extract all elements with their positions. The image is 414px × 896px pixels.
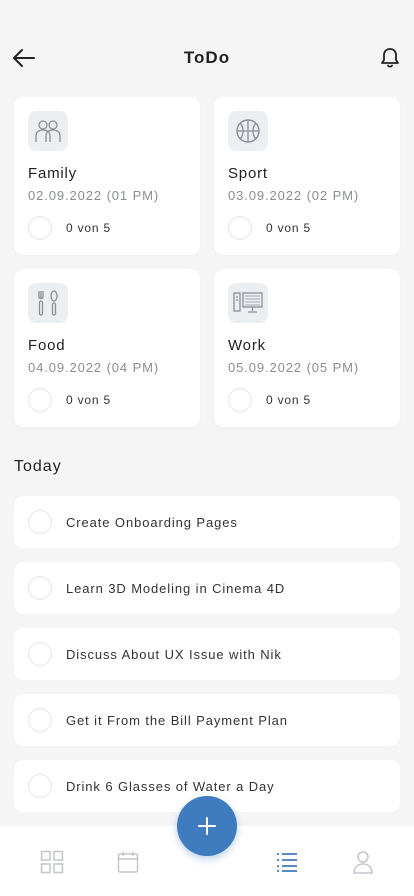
category-date: 04.09.2022 (04 PM): [28, 360, 160, 375]
task-label: Drink 6 Glasses of Water a Day: [66, 779, 275, 794]
section-title-today: Today: [14, 458, 62, 475]
task-checkbox[interactable]: [28, 708, 52, 732]
category-card-sport[interactable]: Sport 03.09.2022 (02 PM) 0 von 5: [214, 97, 400, 255]
bell-icon: [381, 48, 399, 68]
task-item[interactable]: Learn 3D Modeling in Cinema 4D: [14, 562, 400, 614]
nav-profile[interactable]: [349, 848, 377, 876]
category-progress: 0 von 5: [266, 221, 311, 235]
category-date: 02.09.2022 (01 PM): [28, 188, 160, 203]
cutlery-icon: [28, 283, 68, 323]
category-card-work[interactable]: Work 05.09.2022 (05 PM) 0 von 5: [214, 269, 400, 427]
task-checkbox[interactable]: [28, 576, 52, 600]
category-card-family[interactable]: Family 02.09.2022 (01 PM) 0 von 5: [14, 97, 200, 255]
nav-list[interactable]: [273, 848, 301, 876]
category-grid: Family 02.09.2022 (01 PM) 0 von 5 Sport …: [14, 97, 400, 427]
task-checkbox[interactable]: [28, 774, 52, 798]
category-date: 05.09.2022 (05 PM): [228, 360, 360, 375]
task-label: Discuss About UX Issue with Nik: [66, 647, 282, 662]
basketball-icon: [228, 111, 268, 151]
task-item[interactable]: Create Onboarding Pages: [14, 496, 400, 548]
nav-dashboard[interactable]: [38, 848, 66, 876]
nav-calendar[interactable]: [114, 848, 142, 876]
category-checkbox[interactable]: [228, 216, 252, 240]
category-title: Work: [228, 337, 266, 354]
task-checkbox[interactable]: [28, 642, 52, 666]
category-date: 03.09.2022 (02 PM): [228, 188, 360, 203]
notification-button[interactable]: [376, 44, 404, 72]
dashboard-icon: [40, 850, 64, 874]
task-label: Learn 3D Modeling in Cinema 4D: [66, 581, 286, 596]
list-icon: [277, 853, 297, 872]
task-item[interactable]: Discuss About UX Issue with Nik: [14, 628, 400, 680]
task-list: Create Onboarding Pages Learn 3D Modelin…: [14, 496, 400, 826]
profile-icon: [353, 851, 373, 874]
calendar-icon: [117, 851, 139, 873]
category-title: Food: [28, 337, 66, 354]
category-title: Sport: [228, 165, 268, 182]
task-label: Create Onboarding Pages: [66, 515, 238, 530]
plus-icon: [198, 817, 216, 835]
category-checkbox[interactable]: [28, 388, 52, 412]
page-title: ToDo: [183, 48, 231, 67]
add-task-button[interactable]: [177, 796, 237, 856]
task-checkbox[interactable]: [28, 510, 52, 534]
category-card-food[interactable]: Food 04.09.2022 (04 PM) 0 von 5: [14, 269, 200, 427]
family-icon: [28, 111, 68, 151]
category-progress: 0 von 5: [266, 393, 311, 407]
app-header: ToDo: [0, 0, 414, 96]
category-title: Family: [28, 165, 77, 182]
task-item[interactable]: Get it From the Bill Payment Plan: [14, 694, 400, 746]
category-checkbox[interactable]: [228, 388, 252, 412]
task-label: Get it From the Bill Payment Plan: [66, 713, 288, 728]
computer-icon: [228, 283, 268, 323]
category-checkbox[interactable]: [28, 216, 52, 240]
category-progress: 0 von 5: [66, 393, 111, 407]
category-progress: 0 von 5: [66, 221, 111, 235]
